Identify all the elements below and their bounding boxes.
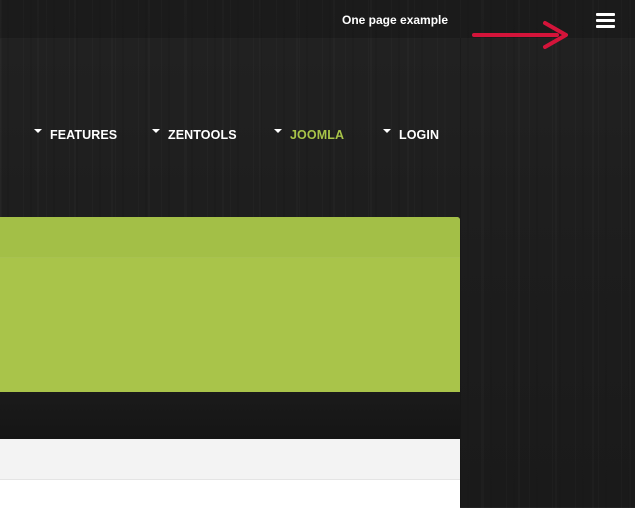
main-nav: FEATURES ZENTOOLS JOOMLA LOGIN <box>0 125 460 145</box>
nav-item-label: FEATURES <box>50 128 118 142</box>
nav-item-label: JOOMLA <box>290 128 345 142</box>
hamburger-line <box>596 25 615 28</box>
nav-item-login[interactable]: LOGIN <box>383 125 439 145</box>
top-bar: One page example <box>0 0 635 49</box>
nav-item-label: ZENTOOLS <box>168 128 237 142</box>
red-arrow-icon <box>472 21 568 49</box>
caret-down-icon <box>34 129 42 133</box>
nav-item-zentools[interactable]: ZENTOOLS <box>152 125 237 145</box>
dark-strip <box>0 392 460 439</box>
caret-down-icon <box>383 129 391 133</box>
side-divider <box>460 38 461 507</box>
site-title[interactable]: One page example <box>342 13 448 27</box>
hero-banner <box>0 217 460 392</box>
nav-item-features[interactable]: FEATURES <box>34 125 117 145</box>
nav-item-joomla[interactable]: JOOMLA <box>274 125 344 145</box>
light-bar <box>0 439 460 479</box>
hamburger-line <box>596 13 615 16</box>
content-area <box>0 479 460 508</box>
caret-down-icon <box>152 129 160 133</box>
hero-banner-header <box>0 217 460 258</box>
hamburger-line <box>596 19 615 22</box>
caret-down-icon <box>274 129 282 133</box>
hamburger-menu-icon[interactable] <box>596 13 615 28</box>
nav-item-label: LOGIN <box>399 128 440 142</box>
